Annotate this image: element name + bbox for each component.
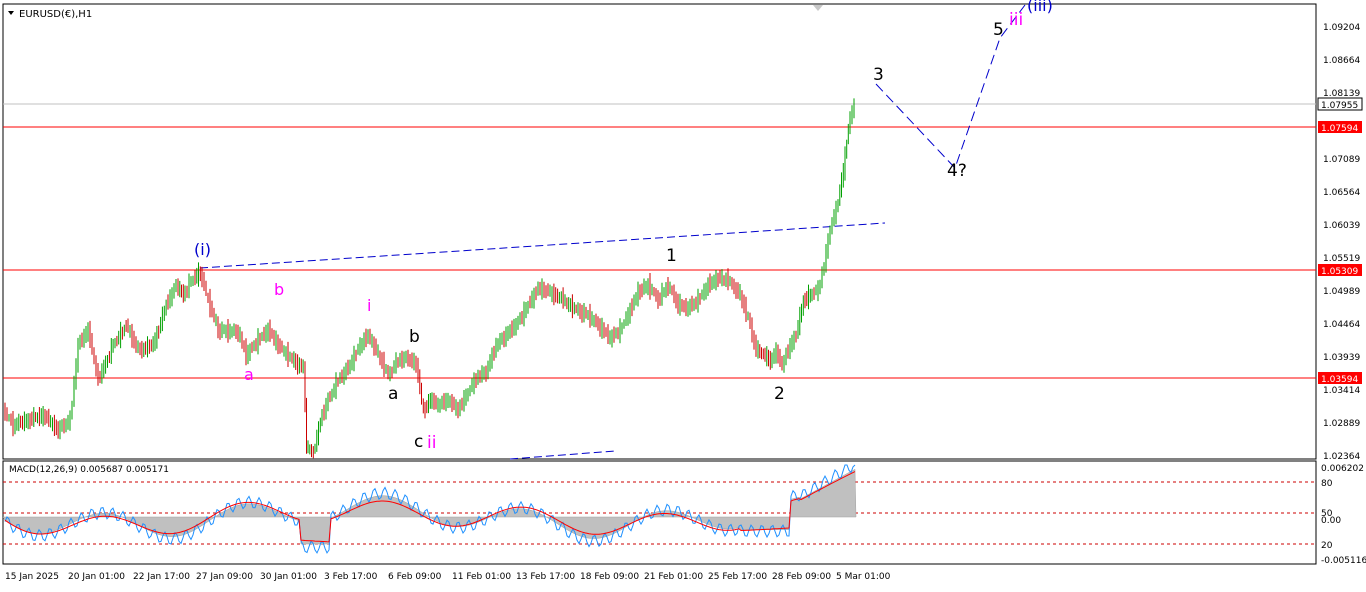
macd-tick: 80 bbox=[1321, 479, 1333, 489]
wave-label-i-pink: i bbox=[367, 296, 371, 315]
wave-label-1: 1 bbox=[666, 246, 677, 266]
time-tick: 30 Jan 01:00 bbox=[260, 572, 317, 582]
price-tick: 1.07089 bbox=[1323, 155, 1360, 165]
wave-label-3: 3 bbox=[873, 65, 884, 85]
wave-label-b-black: b bbox=[409, 327, 420, 347]
wave-label-4: 4? bbox=[947, 161, 967, 181]
macd-tick: -0.005116 bbox=[1321, 556, 1366, 566]
macd-tick: 0.006202 bbox=[1321, 464, 1364, 474]
symbol-label: EURUSD(€),H1 bbox=[19, 9, 92, 20]
price-tick: 1.06564 bbox=[1323, 188, 1360, 198]
time-tick: 15 Jan 2025 bbox=[5, 572, 59, 582]
time-tick: 21 Feb 01:00 bbox=[644, 572, 703, 582]
time-axis: 15 Jan 2025 20 Jan 01:00 22 Jan 17:00 27… bbox=[5, 572, 891, 582]
wave-label-a-pink: a bbox=[244, 365, 254, 384]
price-tick: 1.02364 bbox=[1323, 452, 1360, 462]
time-tick: 11 Feb 01:00 bbox=[452, 572, 511, 582]
price-tick: 1.04989 bbox=[1323, 287, 1360, 297]
wave-label-c-black: c bbox=[414, 432, 423, 452]
current-price-value: 1.07955 bbox=[1321, 101, 1358, 111]
time-tick: 6 Feb 09:00 bbox=[388, 572, 442, 582]
time-tick: 27 Jan 09:00 bbox=[196, 572, 253, 582]
time-tick: 22 Jan 17:00 bbox=[133, 572, 190, 582]
price-tick: 1.06039 bbox=[1323, 221, 1360, 231]
main-chart-frame bbox=[2, 3, 1317, 460]
macd-tick: 0.00 bbox=[1321, 516, 1341, 526]
price-tick: 1.04464 bbox=[1323, 320, 1360, 330]
macd-axis: 0.006202 80 50 0.00 20 -0.005116 bbox=[1321, 464, 1366, 566]
price-tick: 1.03414 bbox=[1323, 386, 1360, 396]
macd-label: MACD(12,26,9) 0.005687 0.005171 bbox=[9, 465, 169, 475]
time-tick: 25 Feb 17:00 bbox=[708, 572, 767, 582]
price-tick: 1.02889 bbox=[1323, 419, 1360, 429]
time-tick: 20 Jan 01:00 bbox=[68, 572, 125, 582]
time-tick: 28 Feb 09:00 bbox=[772, 572, 831, 582]
wave-label-5: 5 bbox=[993, 20, 1004, 40]
price-tick: 1.09204 bbox=[1323, 23, 1360, 33]
chart-window[interactable]: EURUSD(€),H1 1.09204 1.08664 1.08139 1.0… bbox=[0, 0, 1366, 588]
wave-label-iii-pink: iii bbox=[1009, 10, 1023, 30]
price-tick: 1.08664 bbox=[1323, 56, 1360, 66]
trading-terminal: EURUSD(€),H1 1.09204 1.08664 1.08139 1.0… bbox=[0, 0, 1366, 588]
time-tick: 13 Feb 17:00 bbox=[516, 572, 575, 582]
wave-label-2: 2 bbox=[774, 384, 785, 404]
level-value: 1.05309 bbox=[1321, 267, 1358, 277]
wave-label-iii-blue: (iii) bbox=[1027, 0, 1053, 15]
time-tick: 5 Mar 01:00 bbox=[836, 572, 891, 582]
price-tick: 1.03939 bbox=[1323, 353, 1360, 363]
wave-label-minor-i: (i) bbox=[194, 240, 211, 259]
level-value: 1.03594 bbox=[1321, 375, 1358, 385]
time-tick: 3 Feb 17:00 bbox=[324, 572, 378, 582]
wave-label-a-black: a bbox=[388, 384, 398, 404]
wave-label-ii-pink: ii bbox=[427, 433, 436, 453]
level-value: 1.07594 bbox=[1321, 124, 1358, 134]
price-axis: 1.09204 1.08664 1.08139 1.07089 1.06564 … bbox=[1323, 23, 1360, 462]
wave-label-b-pink: b bbox=[274, 280, 284, 299]
time-tick: 18 Feb 09:00 bbox=[580, 572, 639, 582]
macd-tick: 20 bbox=[1321, 541, 1333, 551]
price-tick: 1.05519 bbox=[1323, 254, 1360, 264]
